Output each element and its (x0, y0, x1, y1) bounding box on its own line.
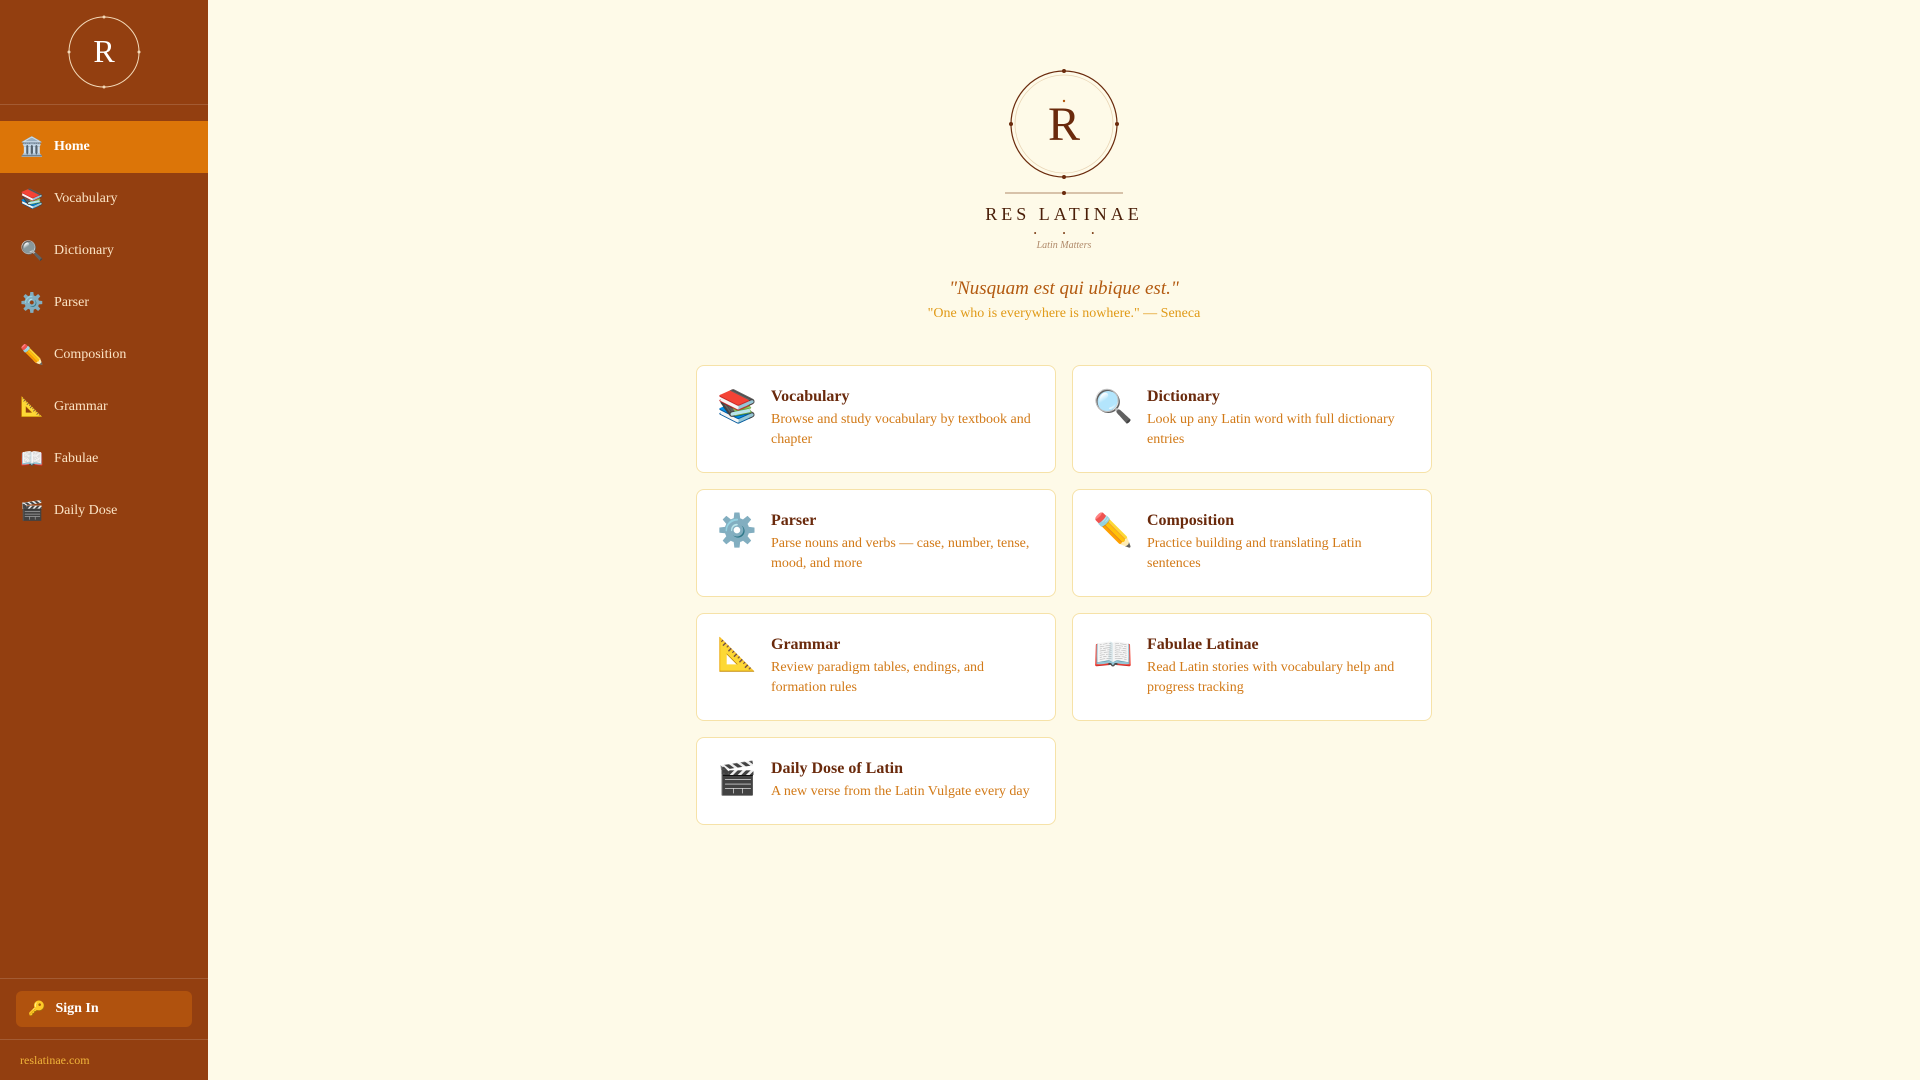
brand-letter: R (1048, 98, 1080, 151)
sidebar-item-label: Vocabulary (54, 191, 118, 206)
open-book-icon: 📖 (1093, 635, 1133, 673)
books-icon: 📚 (20, 187, 44, 210)
sidebar-bottom: 🔑 Sign In (0, 978, 208, 1039)
sign-in-label: Sign In (55, 1001, 99, 1016)
sidebar-nav: 🏛️ Home 📚 Vocabulary 🔍 Dictionary ⚙️ Par… (0, 121, 208, 537)
card-fabulae[interactable]: 📖 Fabulae Latinae Read Latin stories wit… (1072, 613, 1432, 721)
sidebar-item-label: Dictionary (54, 243, 114, 258)
brand-title: RES LATINAE (985, 204, 1143, 224)
card-dictionary[interactable]: 🔍 Dictionary Look up any Latin word with… (1072, 365, 1432, 473)
sidebar-item-label: Home (54, 139, 90, 154)
card-description: Read Latin stories with vocabulary help … (1147, 660, 1395, 695)
card-title: Composition (1147, 512, 1235, 529)
sidebar-item-label: Composition (54, 347, 127, 362)
sidebar-item-vocabulary[interactable]: 📚 Vocabulary (0, 173, 208, 225)
sidebar-item-label: Grammar (54, 399, 108, 414)
magnifier-icon: 🔍 (1093, 387, 1133, 425)
triangle-ruler-icon: 📐 (717, 635, 757, 673)
triangle-ruler-icon: 📐 (20, 395, 44, 418)
books-icon: 📚 (717, 387, 757, 425)
sidebar-item-daily-dose[interactable]: 🎬 Daily Dose (0, 485, 208, 537)
card-title: Parser (771, 512, 817, 529)
sidebar-item-label: Fabulae (54, 451, 99, 466)
card-title: Vocabulary (771, 388, 850, 405)
sidebar-item-label: Parser (54, 295, 89, 310)
sign-in-button[interactable]: 🔑 Sign In (16, 991, 192, 1027)
open-book-icon: 📖 (20, 447, 44, 470)
card-title: Daily Dose of Latin (771, 760, 903, 777)
sidebar-item-parser[interactable]: ⚙️ Parser (0, 277, 208, 329)
sidebar-item-label: Daily Dose (54, 503, 118, 518)
card-grammar[interactable]: 📐 Grammar Review paradigm tables, ending… (696, 613, 1056, 721)
sidebar-item-grammar[interactable]: 📐 Grammar (0, 381, 208, 433)
clapper-icon: 🎬 (20, 499, 44, 522)
card-title: Grammar (771, 636, 841, 653)
gear-icon: ⚙️ (717, 511, 757, 549)
pencil-icon: ✏️ (1093, 511, 1133, 549)
card-daily-dose[interactable]: 🎬 Daily Dose of Latin A new verse from t… (696, 737, 1056, 825)
feature-cards: 📚 Vocabulary Browse and study vocabulary… (696, 365, 1432, 825)
card-vocabulary[interactable]: 📚 Vocabulary Browse and study vocabulary… (696, 365, 1056, 473)
magnifier-icon: 🔍 (20, 239, 44, 262)
pencil-icon: ✏️ (20, 343, 44, 366)
sidebar-logo[interactable]: R (0, 0, 208, 105)
card-title: Fabulae Latinae (1147, 636, 1259, 653)
sidebar-item-fabulae[interactable]: 📖 Fabulae (0, 433, 208, 485)
brand-header: R RES LATINAE ••• Latin Matters (208, 66, 1920, 251)
sidebar-footer-link[interactable]: reslatinae.com (0, 1039, 208, 1080)
quote-translation: "One who is everywhere is nowhere." — Se… (927, 306, 1201, 321)
temple-icon: 🏛️ (20, 135, 44, 158)
brand-subtitle: Latin Matters (1036, 240, 1092, 251)
sidebar-item-composition[interactable]: ✏️ Composition (0, 329, 208, 381)
gear-icon: ⚙️ (20, 291, 44, 314)
brand-emblem-icon: R (1005, 69, 1123, 195)
card-description: Review paradigm tables, endings, and for… (771, 660, 985, 695)
card-parser[interactable]: ⚙️ Parser Parse nouns and verbs — case, … (696, 489, 1056, 597)
main-content: R RES LATINAE ••• Latin Matters "Nusquam… (208, 0, 1920, 1080)
logo-emblem-icon: R (67, 15, 141, 89)
card-description: A new verse from the Latin Vulgate every… (771, 784, 1030, 799)
sidebar-logo-letter: R (93, 33, 115, 69)
brand-divider-dots: ••• (1033, 229, 1121, 238)
sidebar-item-dictionary[interactable]: 🔍 Dictionary (0, 225, 208, 277)
card-composition[interactable]: ✏️ Composition Practice building and tra… (1072, 489, 1432, 597)
sidebar: R 🏛️ Home 📚 Vocabulary 🔍 Dictionary ⚙️ P… (0, 0, 208, 1080)
card-description: Look up any Latin word with full diction… (1147, 412, 1395, 447)
card-description: Practice building and translating Latin … (1147, 536, 1362, 571)
sidebar-item-home[interactable]: 🏛️ Home (0, 121, 208, 173)
clapper-icon: 🎬 (717, 759, 757, 797)
card-description: Browse and study vocabulary by textbook … (771, 412, 1031, 447)
card-title: Dictionary (1147, 388, 1220, 405)
latin-quote: "Nusquam est qui ubique est." (949, 278, 1179, 299)
key-icon: 🔑 (28, 1001, 46, 1017)
card-description: Parse nouns and verbs — case, number, te… (771, 536, 1030, 571)
